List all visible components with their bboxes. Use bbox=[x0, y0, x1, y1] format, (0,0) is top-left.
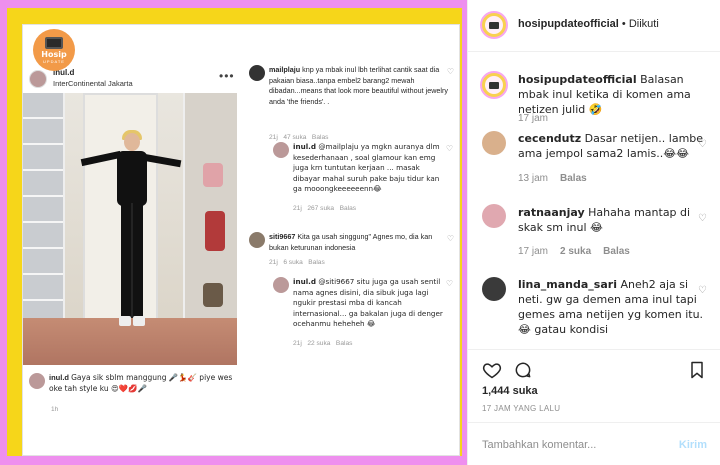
comment-time: 21j bbox=[293, 340, 302, 347]
caption-time: 1h bbox=[51, 406, 59, 413]
follow-status[interactable]: • Diikuti bbox=[622, 18, 659, 30]
reply-link[interactable]: Balas bbox=[340, 205, 357, 212]
comment-text: @siti9667 situ juga ga usah sentil nama … bbox=[293, 277, 443, 328]
account-username[interactable]: hosipupdateofficial bbox=[518, 18, 619, 30]
sidebar-header: hosipupdateofficial • Diikuti bbox=[468, 0, 720, 52]
screenshot-post: Hosip UPDATE inul.d InterContinental Jak… bbox=[22, 24, 460, 456]
post-caption: inul.d Gaya sik sblm manggung 🎤💃🎸 piye w… bbox=[23, 368, 238, 455]
comment-time: 21j bbox=[269, 134, 278, 141]
avatar[interactable] bbox=[482, 277, 506, 301]
comment-user[interactable]: hosipupdateofficial bbox=[518, 73, 637, 86]
yellow-frame: Hosip UPDATE inul.d InterContinental Jak… bbox=[7, 8, 462, 456]
comment-user[interactable]: ratnaanjay bbox=[518, 206, 585, 219]
post-sidebar: hosipupdateofficial • Diikuti hosipupdat… bbox=[467, 0, 720, 465]
more-options-icon: ••• bbox=[219, 69, 235, 83]
comment-icon[interactable] bbox=[513, 360, 533, 380]
send-button[interactable]: Kirim bbox=[679, 439, 707, 451]
avatar bbox=[29, 70, 47, 88]
comment-user[interactable]: lina_manda_sari bbox=[518, 278, 617, 291]
avatar[interactable] bbox=[482, 204, 506, 228]
comment-time: 13 jam bbox=[518, 173, 549, 184]
caption-text: Gaya sik sblm manggung 🎤💃🎸 piye wes oke … bbox=[49, 373, 233, 393]
comment-likes: 22 suka bbox=[307, 340, 331, 347]
reply-comment: siti9667 Kita ga usah singgung" Agnes mo… bbox=[249, 232, 454, 277]
comment-meta: 17 jam 2 suka Balas bbox=[518, 246, 630, 257]
post-date: 17 JAM YANG LALU bbox=[482, 404, 561, 413]
avatar bbox=[249, 65, 265, 81]
add-comment-bar: Kirim bbox=[468, 422, 720, 465]
avatar bbox=[273, 142, 289, 158]
post-location: InterContinental Jakarta bbox=[53, 79, 133, 88]
comment-likes: 47 suka bbox=[283, 134, 307, 141]
hosip-update-logo: Hosip UPDATE bbox=[33, 29, 75, 71]
avatar bbox=[273, 277, 289, 293]
comment-likes: 267 suka bbox=[307, 205, 335, 212]
reply-comment: mailplaju knp ya mbak inul lbh terlihat … bbox=[249, 65, 454, 145]
bookmark-icon[interactable] bbox=[687, 360, 707, 380]
reply-comment: inul.d @mailplaju ya mgkn auranya dlm ke… bbox=[273, 142, 453, 227]
left-shelf bbox=[23, 93, 65, 353]
reply-link[interactable]: Balas bbox=[560, 173, 587, 184]
comment: ratnaanjay Hahaha mantap di skak sm inul… bbox=[518, 205, 708, 235]
comment: hosipupdateofficial Balasan mbak inul ke… bbox=[518, 72, 708, 117]
comment-likes: 6 suka bbox=[283, 259, 303, 266]
handbag bbox=[205, 211, 225, 251]
heart-icon[interactable]: ♡ bbox=[447, 67, 454, 76]
comment-likes: 2 suka bbox=[560, 246, 592, 257]
heart-icon[interactable]: ♡ bbox=[447, 234, 454, 243]
avatar[interactable] bbox=[482, 131, 506, 155]
comment-time: 17 jam bbox=[518, 113, 549, 124]
pink-frame: Hosip UPDATE inul.d InterContinental Jak… bbox=[0, 0, 467, 465]
comment-user[interactable]: inul.d bbox=[293, 277, 316, 286]
account-avatar[interactable] bbox=[480, 11, 508, 39]
badge-title: Hosip bbox=[41, 49, 67, 59]
comment-user[interactable]: mailplaju bbox=[269, 65, 300, 74]
comment-user[interactable]: inul.d bbox=[293, 142, 316, 151]
comment: cecendutz Dasar netijen.. lambe ama jemp… bbox=[518, 131, 708, 161]
handbag bbox=[203, 163, 223, 187]
comment-time: 21j bbox=[269, 259, 278, 266]
reply-link[interactable]: Balas bbox=[312, 134, 329, 141]
comment-user[interactable]: siti9667 bbox=[269, 232, 295, 241]
reply-link[interactable]: Balas bbox=[603, 246, 630, 257]
reply-comment: inul.d @siti9667 situ juga ga usah senti… bbox=[273, 277, 453, 357]
post-photo bbox=[23, 93, 237, 365]
heart-icon[interactable]: ♡ bbox=[446, 279, 453, 288]
heart-icon[interactable]: ♡ bbox=[698, 139, 707, 150]
heart-icon[interactable]: ♡ bbox=[698, 285, 707, 296]
account-avatar[interactable] bbox=[480, 71, 508, 99]
comment-time: 17 jam bbox=[518, 246, 549, 257]
heart-icon[interactable]: ♡ bbox=[446, 144, 453, 153]
person bbox=[80, 130, 182, 343]
like-heart-icon[interactable] bbox=[482, 360, 502, 380]
comment: lina_manda_sari Aneh2 aja si neti. gw ga… bbox=[518, 277, 708, 337]
comment-time: 21j bbox=[293, 205, 302, 212]
badge-sub: UPDATE bbox=[43, 58, 65, 64]
comment-meta: 17 jam bbox=[518, 113, 548, 124]
reply-link[interactable]: Balas bbox=[336, 340, 353, 347]
avatar bbox=[249, 232, 265, 248]
reply-link[interactable]: Balas bbox=[308, 259, 325, 266]
handbag bbox=[203, 283, 223, 307]
tv-icon bbox=[45, 36, 63, 49]
comment-meta: 13 jam Balas bbox=[518, 173, 587, 184]
comment-input[interactable] bbox=[482, 435, 662, 455]
caption-username[interactable]: inul.d bbox=[49, 373, 69, 382]
like-count[interactable]: 1,444 suka bbox=[482, 385, 538, 397]
heart-icon[interactable]: ♡ bbox=[698, 213, 707, 224]
comment-user[interactable]: cecendutz bbox=[518, 132, 581, 145]
avatar bbox=[29, 373, 45, 389]
